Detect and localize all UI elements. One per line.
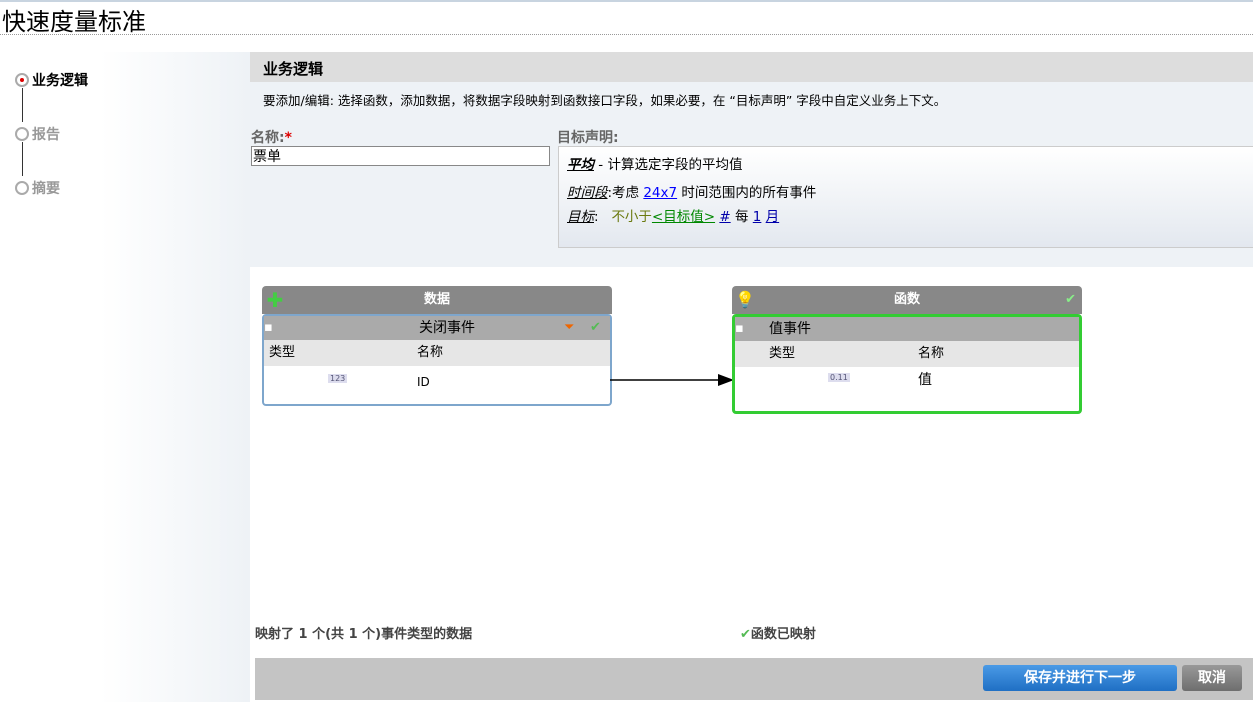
name-label: 名称:* bbox=[251, 130, 292, 146]
table-row[interactable]: 0.11 值 bbox=[735, 367, 1079, 403]
column-headers: 类型 名称 bbox=[264, 340, 610, 366]
wizard-steps: 业务逻辑 报告 摘要 bbox=[0, 52, 250, 702]
step-connector bbox=[22, 88, 23, 122]
col-name: 名称 bbox=[417, 345, 444, 360]
period-text: 时间范围内的所有事件 bbox=[677, 185, 817, 201]
count-link[interactable]: 1 bbox=[753, 209, 762, 225]
check-icon: ✔ bbox=[1065, 292, 1076, 307]
goal-label: 目标声明: bbox=[557, 130, 619, 146]
data-event-table: ▪ 关闭事件 ⏷ ✔ 类型 名称 123 ID bbox=[262, 314, 612, 406]
instructions: 要添加/编辑: 选择函数，添加数据，将数据字段映射到函数接口字段，如果必要，在 … bbox=[263, 93, 947, 108]
per-text: 每 bbox=[730, 209, 753, 225]
decimal-type-icon: 0.11 bbox=[828, 373, 850, 382]
add-icon[interactable]: ✚ bbox=[265, 290, 285, 310]
col-type: 类型 bbox=[269, 345, 296, 360]
field-name: ID bbox=[417, 375, 430, 389]
event-name: 关闭事件 bbox=[419, 320, 475, 336]
step-summary[interactable]: 摘要 bbox=[15, 178, 60, 198]
data-box-header: ✚ 数据 bbox=[262, 286, 612, 314]
page-title: 快速度量标准 bbox=[2, 8, 146, 36]
goal-statement: 平均 - 计算选定字段的平均值 时间段:考虑 24x7 时间范围内的所有事件 目… bbox=[558, 146, 1253, 248]
step-report[interactable]: 报告 bbox=[15, 124, 60, 144]
function-mapped-status: ✔函数已映射 bbox=[740, 627, 816, 642]
step-label: 报告 bbox=[32, 127, 60, 143]
step-business-logic[interactable]: 业务逻辑 bbox=[15, 70, 88, 90]
cancel-button[interactable]: 取消 bbox=[1182, 665, 1242, 691]
target-value-link[interactable]: <目标值> bbox=[652, 209, 715, 225]
table-row[interactable]: 123 ID bbox=[264, 366, 610, 402]
event-name: 值事件 bbox=[769, 321, 811, 337]
title-divider bbox=[0, 34, 1253, 35]
unit-link[interactable]: # bbox=[719, 209, 730, 225]
function-box: 💡 函数 ✔ ▪ 值事件 类型 名称 0.11 值 bbox=[732, 286, 1082, 414]
step-connector bbox=[22, 142, 23, 176]
name-input[interactable] bbox=[251, 146, 550, 166]
top-border bbox=[0, 0, 1253, 2]
check-icon: ✔ bbox=[740, 627, 751, 642]
target-condition[interactable]: 不小于 bbox=[611, 209, 652, 225]
data-mapped-status: 映射了 1 个(共 1 个)事件类型的数据 bbox=[255, 627, 473, 642]
function-box-title: 函数 bbox=[893, 292, 920, 307]
col-type: 类型 bbox=[769, 346, 796, 361]
radio-selected-icon bbox=[15, 73, 29, 87]
function-box-header: 💡 函数 ✔ bbox=[732, 286, 1082, 314]
step-label: 摘要 bbox=[32, 181, 60, 197]
period-text: :考虑 bbox=[607, 185, 644, 201]
collapse-icon[interactable]: ▪ bbox=[735, 317, 744, 341]
function-event-row: ▪ 值事件 bbox=[735, 317, 1079, 341]
data-box: ✚ 数据 ▪ 关闭事件 ⏷ ✔ 类型 名称 123 ID bbox=[262, 286, 612, 406]
required-marker: * bbox=[284, 130, 292, 146]
target-sep: : bbox=[594, 209, 599, 225]
data-event-row: ▪ 关闭事件 ⏷ ✔ bbox=[264, 316, 610, 340]
data-box-title: 数据 bbox=[423, 292, 450, 307]
period-label: 时间段 bbox=[567, 185, 608, 201]
save-next-button[interactable]: 保存并进行下一步 bbox=[983, 665, 1177, 691]
section-title: 业务逻辑 bbox=[250, 52, 1253, 82]
check-icon: ✔ bbox=[590, 320, 601, 335]
step-label: 业务逻辑 bbox=[32, 73, 88, 89]
mapping-arrow bbox=[610, 374, 734, 386]
filter-icon[interactable]: ⏷ bbox=[564, 316, 574, 340]
function-event-table: ▪ 值事件 类型 名称 0.11 值 bbox=[732, 314, 1082, 414]
integer-type-icon: 123 bbox=[328, 374, 348, 383]
lightbulb-icon[interactable]: 💡 bbox=[735, 286, 755, 314]
col-name: 名称 bbox=[918, 346, 945, 361]
function-name[interactable]: 平均 bbox=[567, 157, 594, 173]
field-name: 值 bbox=[918, 372, 932, 388]
target-label: 目标 bbox=[567, 209, 594, 225]
collapse-icon[interactable]: ▪ bbox=[264, 316, 273, 340]
period-unit-link[interactable]: 月 bbox=[766, 209, 780, 225]
period-link[interactable]: 24x7 bbox=[643, 185, 677, 201]
function-desc: - 计算选定字段的平均值 bbox=[594, 157, 743, 173]
radio-icon bbox=[15, 127, 29, 141]
column-headers: 类型 名称 bbox=[735, 341, 1079, 367]
radio-icon bbox=[15, 181, 29, 195]
